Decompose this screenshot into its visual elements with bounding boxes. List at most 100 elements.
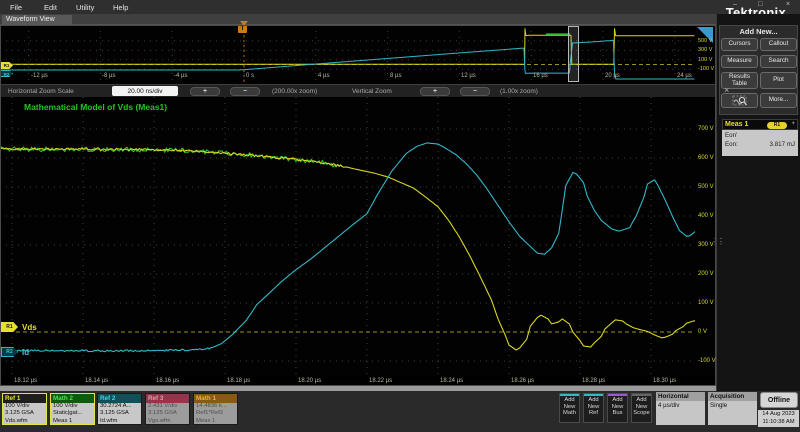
accent-bar [584,394,603,396]
hzoom-minus-button[interactable]: − [230,87,260,96]
meas1-row1-label: Eon' [725,132,737,139]
waveform-zoom-button[interactable] [721,93,758,108]
add-new-more-button[interactable]: More... [760,93,797,108]
math-model-annotation: Mathematical Model of Vds (Meas1) [24,102,167,112]
badge-line: 100 V/div [3,403,46,410]
channel-badge-math2[interactable]: Math 2100 V/divStatic|gat...Meas 1 [50,393,95,425]
main-x-tick-label: 18.20 µs [298,378,321,384]
main-x-tick-label: 18.12 µs [14,378,37,384]
main-x-tick-label: 18.16 µs [156,378,179,384]
vzoom-plus-button[interactable]: + [420,87,450,96]
badge-line: Static|gat... [51,410,94,417]
main-y-tick-label: 400 V [698,213,714,219]
meas1-row2-label: Eon: [725,141,738,148]
button-line: Add [608,397,627,404]
vzoom-minus-button[interactable]: − [460,87,490,96]
add-new-ref-button[interactable]: AddNewRef [583,393,604,423]
hzoom-factor-label: (200.00x zoom) [272,88,317,95]
overview-y-tick-label: 100 V [698,57,712,63]
add-new-scope-button[interactable]: AddNewScope [631,393,652,423]
overview-y-tick-label: 300 V [698,47,712,53]
badge-line: Vds.wfm [3,418,46,425]
badge-line: 2.431 V/div [146,403,189,410]
time-text: 11:10:38 AM [758,419,799,427]
overview-x-tick-label: -4 µs [174,73,187,79]
badge-line: 3.125 GSA [3,410,46,417]
overview-x-tick-label: 0 s [246,73,254,79]
add-new-measure-button[interactable]: Measure [721,55,758,68]
meas1-title: Meas 1 [725,121,748,128]
horizontal-zoom-scale-label: Horizontal Zoom Scale [8,88,74,95]
add-new-plot-button[interactable]: Plot [760,72,797,89]
hzoom-plus-button[interactable]: + [190,87,220,96]
datetime-display: 14 Aug 2023 11:10:38 AM [758,410,799,427]
channel-badge-math1[interactable]: Math 114.4836 k...Ref1*Ref2Meas 1 [193,393,238,425]
main-y-tick-label: 200 V [698,271,714,277]
meas1-badge-header[interactable]: Meas 1 R1 + [722,119,798,130]
horizontal-panel-title: Horizontal [656,392,705,401]
badge-title: Math 2 [51,394,94,403]
main-x-tick-label: 18.24 µs [440,378,463,384]
button-line: Ref [584,410,603,417]
meas1-row2-value: 3.817 mJ [770,141,795,148]
meas1-badge-body[interactable]: Eon' Eon: 3.817 mJ [722,130,798,156]
badge-line: 14.4836 k... [194,403,237,410]
badge-title: Ref 3 [146,394,189,403]
main-waveform-plot[interactable] [0,97,716,377]
main-waveforms [0,97,695,377]
add-new-bus-button[interactable]: AddNewBus [607,393,628,423]
acquisition-settings-panel[interactable]: Acquisition Single [708,392,757,425]
button-line: Scope [632,410,651,417]
main-x-tick-label: 18.18 µs [227,378,250,384]
trigger-flag[interactable]: T [238,25,247,33]
menu-edit[interactable]: Edit [44,3,57,12]
badge-line: Meas 1 [194,418,237,425]
button-line: New [560,404,579,411]
button-line: Bus [608,410,627,417]
main-y-tick-label: 700 V [698,126,714,132]
vertical-zoom-label: Vertical Zoom [352,88,392,95]
accent-bar [560,394,579,396]
badge-title: Ref 2 [98,394,141,403]
add-new-math-button[interactable]: AddNewMath [559,393,580,423]
menu-utility[interactable]: Utility [76,3,94,12]
menu-help[interactable]: Help [113,3,128,12]
meas1-expand-icon[interactable]: + [791,121,795,127]
horizontal-settings-panel[interactable]: Horizontal 4 µs/div [656,392,705,425]
channel-badge-ref3[interactable]: Ref 32.431 V/div3.125 GSAVgs.wfm [145,393,190,425]
close-zoom-icon[interactable]: × [724,85,729,95]
button-line: Add [584,397,603,404]
add-new-title: Add New... [719,27,798,36]
main-x-tick-label: 18.26 µs [511,378,534,384]
main-y-tick-label: 600 V [698,155,714,161]
badge-line: Meas 1 [51,418,94,425]
zoom-window-handle[interactable] [568,26,579,82]
main-y-tick-label: 100 V [698,300,714,306]
add-new-search-button[interactable]: Search [760,55,797,68]
channel-badge-ref2[interactable]: Ref 230.2724 A...3.125 GSAId.wfm [97,393,142,425]
oscilloscope-app-window: File Edit Utility Help – □ × Tektronix W… [0,0,800,432]
badge-title: Ref 1 [3,394,46,403]
badge-line: 30.2724 A... [98,403,141,410]
channel-badge-ref1[interactable]: Ref 1100 V/div3.125 GSAVds.wfm [2,393,47,425]
button-line: New [584,404,603,411]
button-line: New [608,404,627,411]
date-text: 14 Aug 2023 [758,411,799,419]
close-icon[interactable]: × [786,1,790,8]
overview-x-tick-label: 4 µs [318,73,329,79]
main-x-tick-label: 18.28 µs [582,378,605,384]
overview-x-tick-label: -12 µs [31,73,48,79]
horizontal-zoom-scale-input[interactable]: 20.00 ns/div [112,86,178,96]
accent-bar [632,394,651,396]
main-y-tick-label: 500 V [698,184,714,190]
offline-button[interactable]: Offline [760,392,798,408]
button-line: Math [560,410,579,417]
overview-y-tick-label: -100 V [698,66,714,72]
add-new-callout-button[interactable]: Callout [760,38,797,51]
add-new-cursors-button[interactable]: Cursors [721,38,758,51]
main-x-tick-label: 18.22 µs [369,378,392,384]
meas1-source-tag: R1 [767,122,787,129]
menu-file[interactable]: File [10,3,22,12]
tab-waveform-view[interactable]: Waveform View [2,15,72,25]
overview-x-tick-label: -8 µs [102,73,115,79]
